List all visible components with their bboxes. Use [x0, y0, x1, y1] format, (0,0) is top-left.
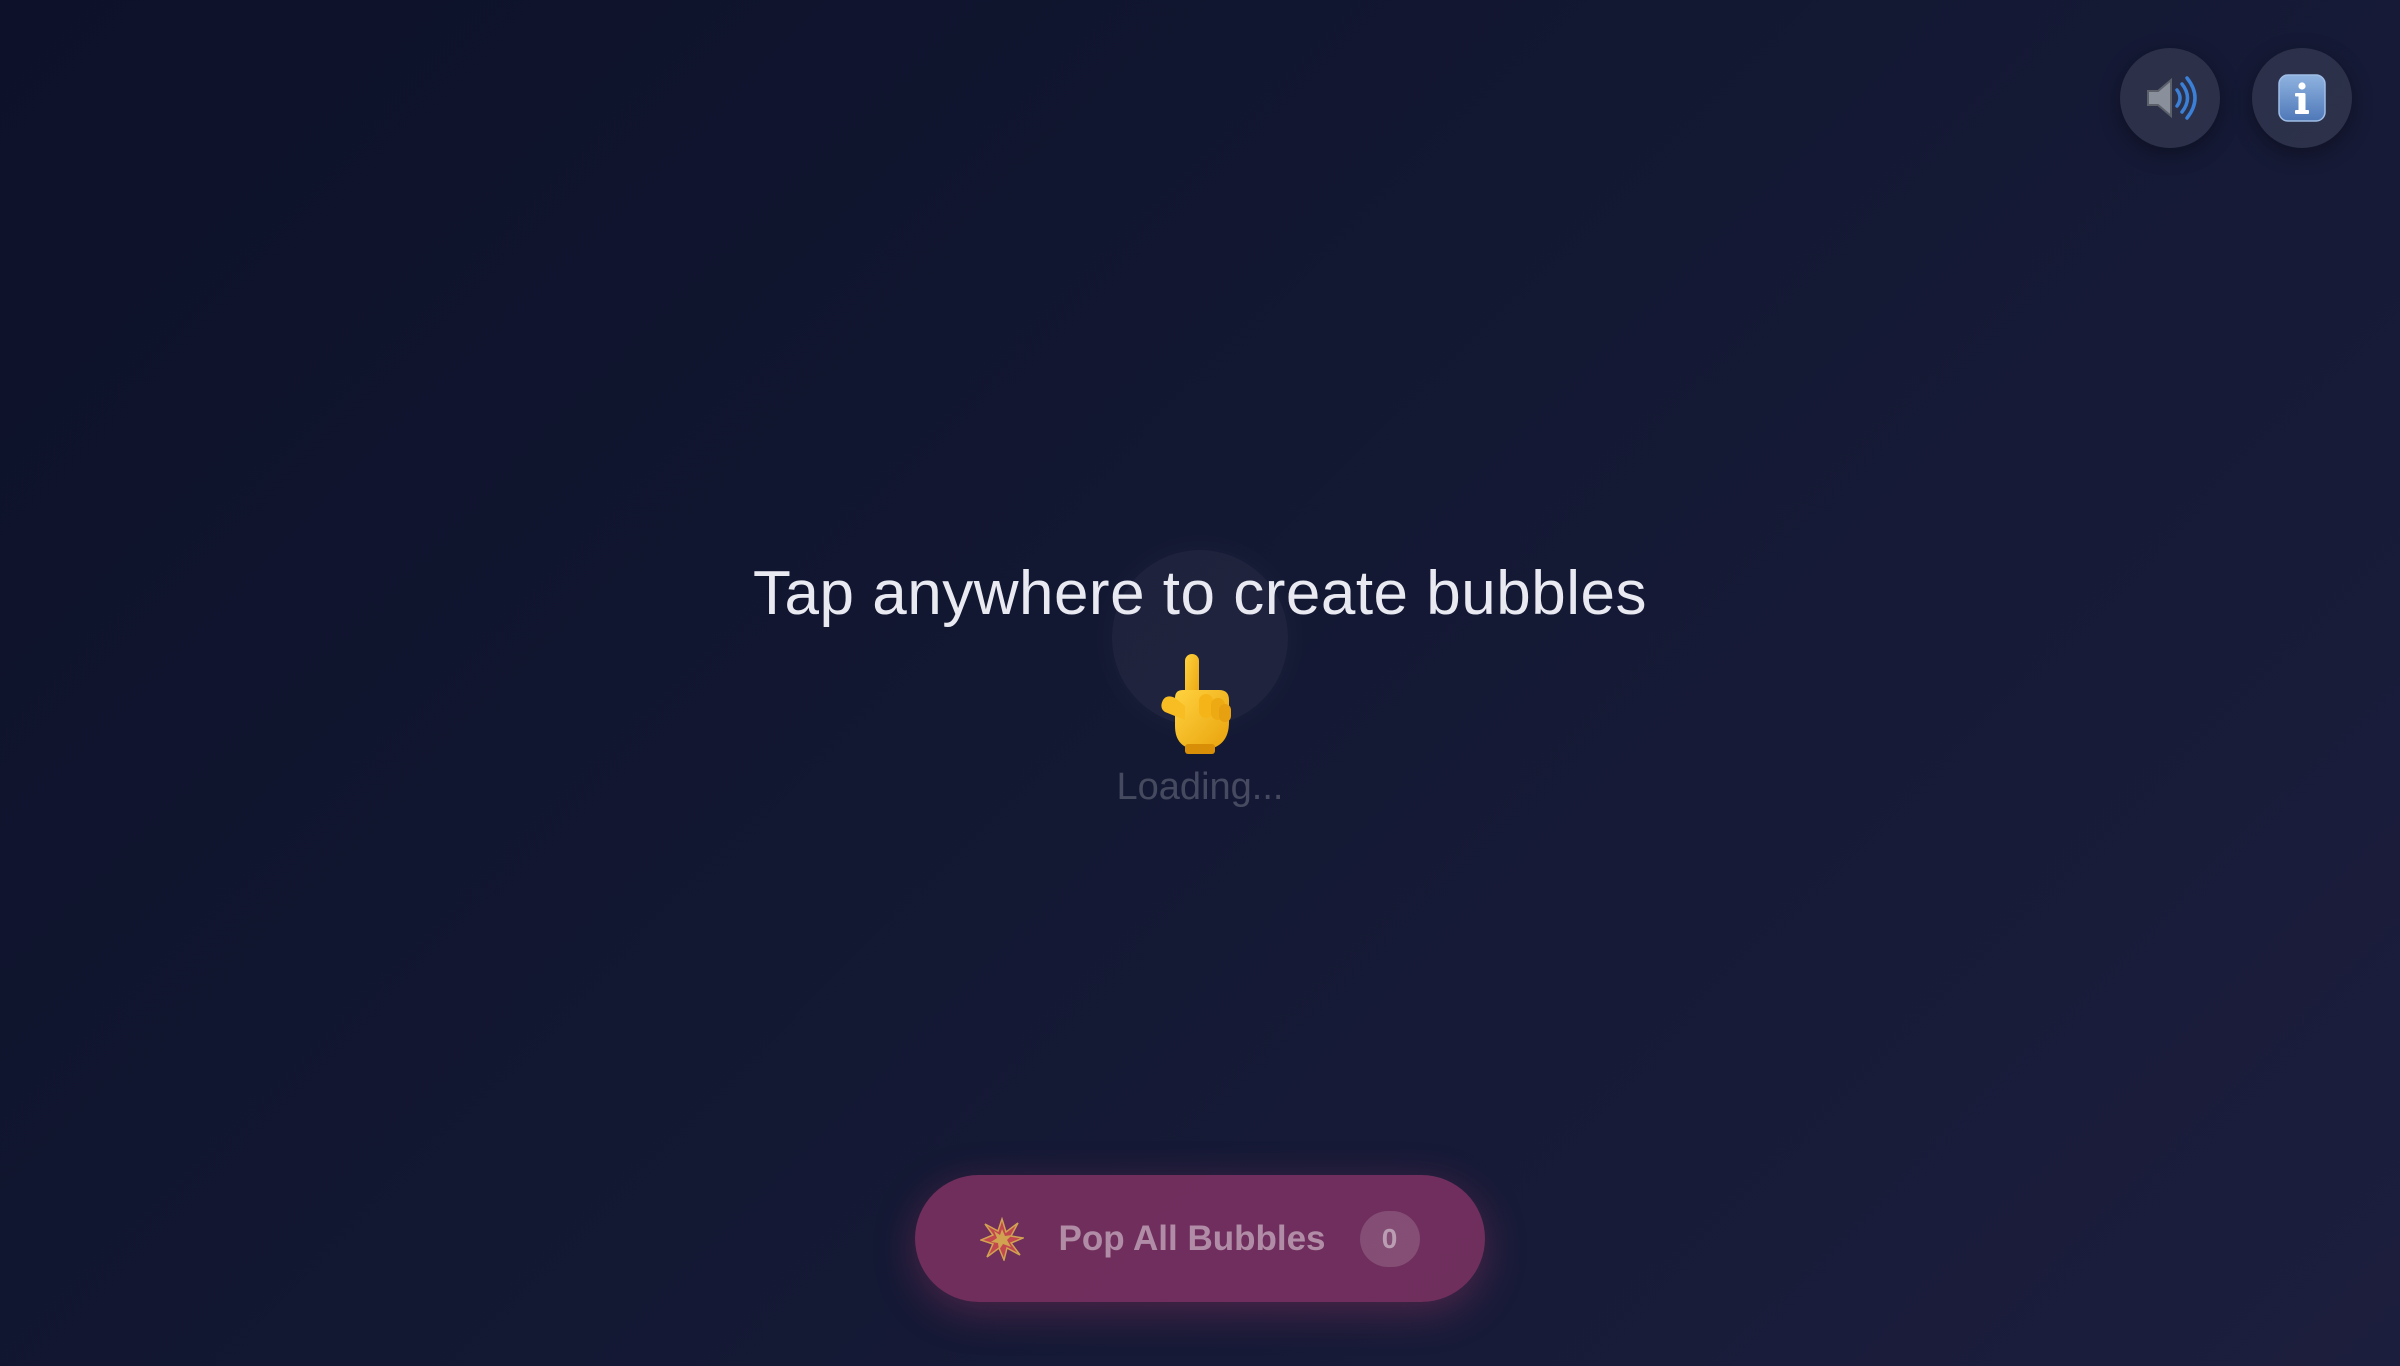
pop-all-label: Pop All Bubbles: [1058, 1218, 1326, 1258]
pointing-hand-icon: [1161, 654, 1231, 754]
explosion-icon: [980, 1216, 1025, 1261]
bubble-count-badge: 0: [1359, 1210, 1420, 1267]
loading-status: Loading...: [1116, 766, 1284, 808]
instruction-headline: Tap anywhere to create bubbles: [753, 559, 1647, 628]
pop-all-bubbles-button[interactable]: Pop All Bubbles 0: [915, 1175, 1485, 1302]
bubble-canvas[interactable]: Tap anywhere to create bubbles Loading..…: [0, 0, 2400, 1366]
